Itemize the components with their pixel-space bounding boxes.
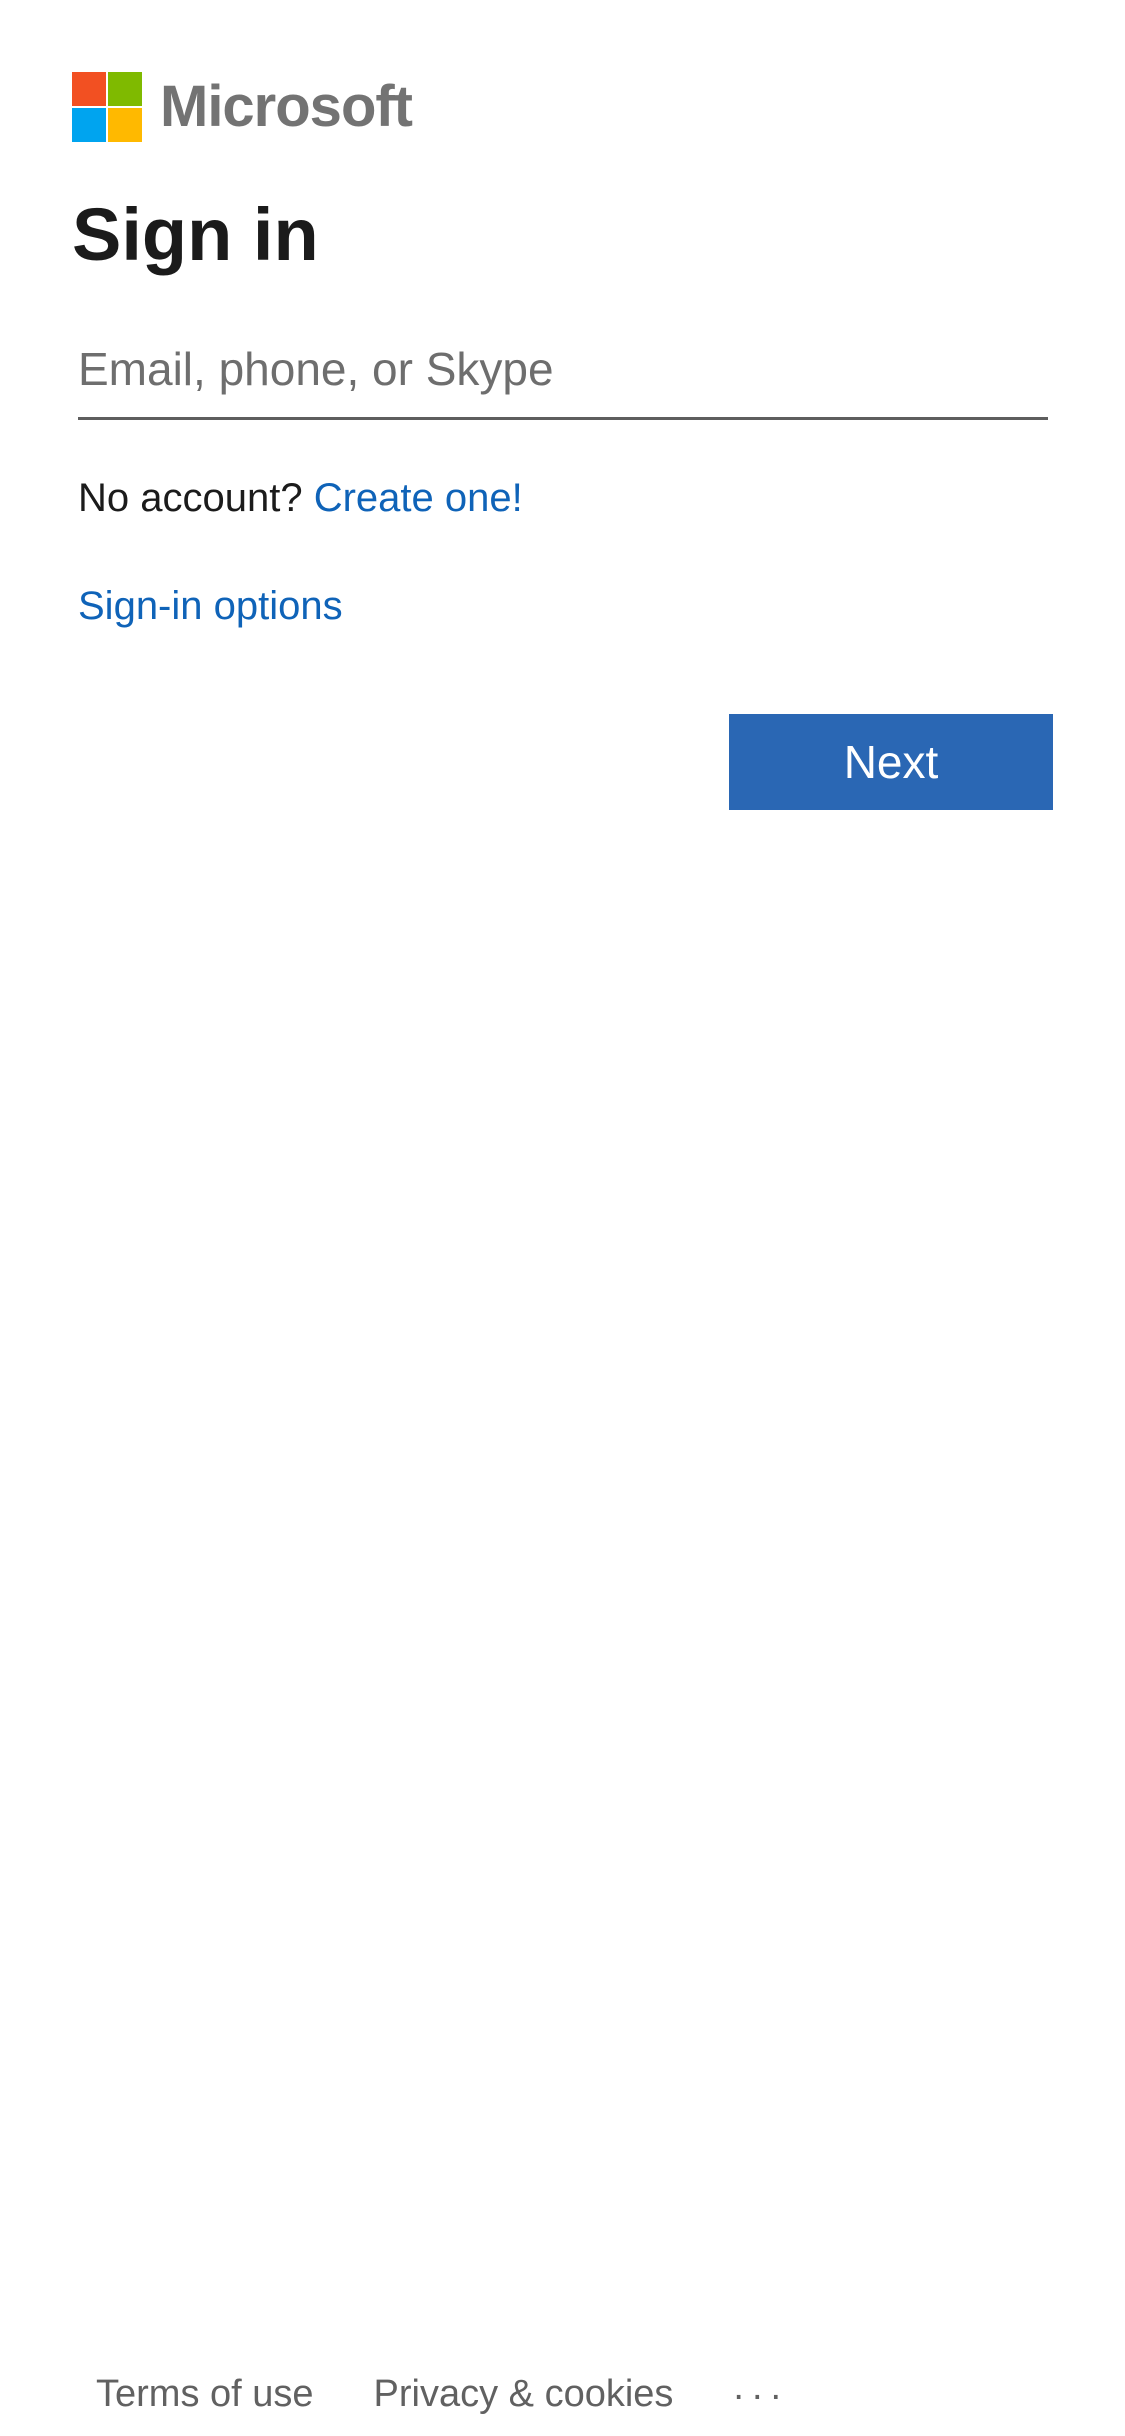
page-title: Sign in (72, 193, 319, 276)
logo-square-blue (72, 108, 106, 142)
create-account-link[interactable]: Create one! (314, 476, 523, 520)
footer: Terms of use Privacy & cookies ... (96, 2366, 789, 2422)
sign-in-page: Microsoft Sign in No account? Create one… (0, 0, 1125, 2436)
ellipsis-icon[interactable]: ... (733, 2366, 789, 2409)
terms-of-use-link[interactable]: Terms of use (96, 2373, 314, 2416)
microsoft-logo: Microsoft (72, 72, 413, 142)
privacy-cookies-link[interactable]: Privacy & cookies (374, 2373, 674, 2416)
brand-wordmark: Microsoft (160, 74, 413, 139)
next-button[interactable]: Next (729, 714, 1053, 810)
microsoft-logo-icon (72, 72, 142, 142)
logo-square-red (72, 72, 106, 106)
logo-square-yellow (108, 108, 142, 142)
sign-in-options-link[interactable]: Sign-in options (78, 578, 343, 634)
email-field[interactable] (78, 320, 1048, 420)
no-account-row: No account? Create one! (78, 470, 523, 526)
logo-square-green (108, 72, 142, 106)
no-account-text: No account? (78, 476, 303, 520)
